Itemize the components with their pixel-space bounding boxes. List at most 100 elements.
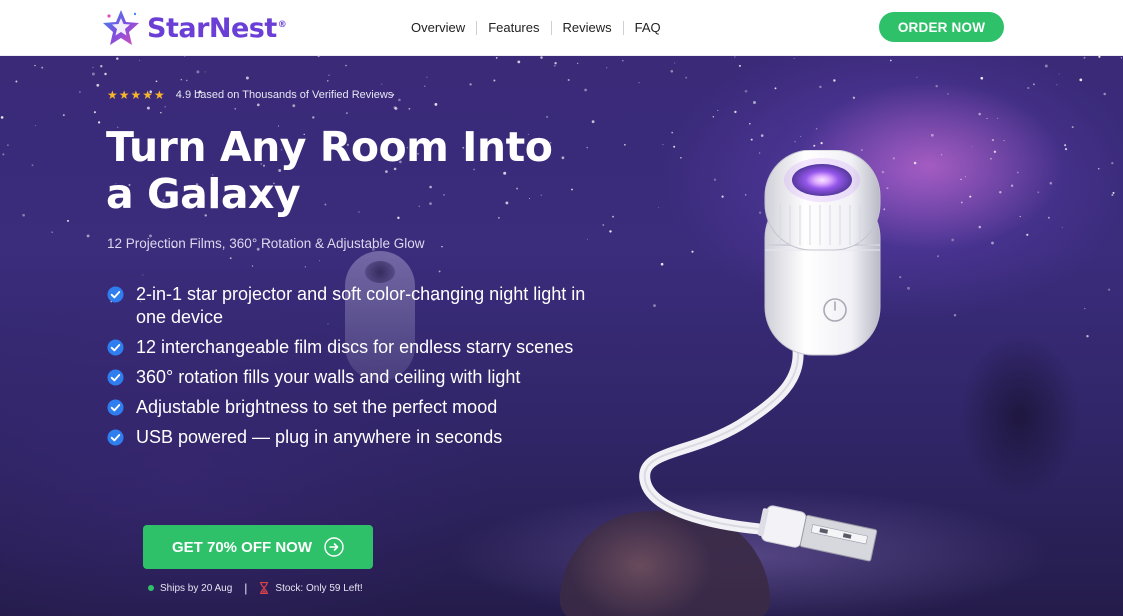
arrow-right-circle-icon: [324, 537, 344, 557]
background-star: [1049, 181, 1053, 185]
feature-text: USB powered — plug in anywhere in second…: [136, 427, 503, 447]
background-star: [1064, 147, 1068, 151]
background-star: [100, 65, 103, 68]
background-star: [93, 111, 96, 114]
feature-item: 2-in-1 star projector and soft color-cha…: [107, 283, 597, 329]
order-now-button[interactable]: ORDER NOW: [879, 12, 1004, 42]
background-star: [960, 178, 962, 181]
background-star: [591, 120, 595, 124]
background-star: [1016, 171, 1019, 174]
background-star: [97, 121, 101, 124]
background-star: [345, 112, 348, 115]
background-star: [935, 84, 938, 88]
background-star: [960, 201, 963, 204]
nav-faq[interactable]: FAQ: [622, 21, 672, 35]
background-star: [820, 142, 823, 145]
nav-reviews[interactable]: Reviews: [550, 21, 623, 35]
background-star: [662, 144, 664, 146]
background-star: [66, 219, 70, 222]
check-circle-icon: [107, 286, 124, 303]
background-star: [794, 141, 796, 143]
background-star: [62, 114, 65, 117]
background-star: [424, 85, 426, 87]
background-star: [34, 64, 36, 67]
background-star: [34, 125, 36, 127]
info-separator: |: [244, 581, 248, 595]
background-star: [160, 112, 162, 114]
background-star: [1111, 161, 1114, 165]
background-star: [1058, 73, 1060, 75]
cta-label: GET 70% OFF NOW: [171, 538, 312, 556]
brand-logo[interactable]: StarNest®: [101, 8, 287, 48]
stock-text: Stock: Only 59 Left!: [275, 582, 363, 594]
background-star: [1112, 191, 1115, 194]
background-star: [517, 60, 521, 64]
background-star: [92, 66, 94, 69]
background-star: [813, 144, 816, 147]
background-star: [685, 76, 688, 79]
background-star: [1079, 78, 1083, 82]
feature-text: 12 interchangeable film discs for endles…: [136, 337, 574, 357]
background-star: [734, 110, 737, 114]
nav-overview[interactable]: Overview: [400, 21, 476, 35]
background-star: [186, 79, 188, 82]
nav-features[interactable]: Features: [476, 21, 550, 35]
get-discount-button[interactable]: GET 70% OFF NOW: [143, 525, 373, 569]
star-logo-icon: [103, 10, 139, 45]
background-star: [394, 107, 398, 110]
check-circle-icon: [107, 339, 124, 356]
background-star: [540, 56, 543, 59]
background-star: [991, 139, 994, 142]
background-star: [196, 70, 200, 74]
background-star: [184, 56, 186, 57]
headline-line-1: Turn Any Room Into: [106, 123, 553, 171]
background-star: [612, 215, 614, 218]
background-star: [833, 79, 836, 82]
background-star: [1003, 140, 1005, 142]
background-star: [969, 195, 972, 198]
background-star: [889, 59, 892, 62]
background-star: [978, 112, 982, 116]
background-star: [2, 153, 5, 156]
background-star: [734, 56, 736, 58]
background-star: [164, 106, 166, 108]
background-star: [234, 108, 236, 110]
background-star: [749, 122, 751, 125]
background-star: [916, 76, 918, 78]
background-star: [1120, 57, 1123, 59]
check-circle-icon: [107, 369, 124, 386]
background-star: [318, 260, 320, 262]
feature-item: Adjustable brightness to set the perfect…: [107, 396, 597, 419]
check-circle-icon: [107, 429, 124, 446]
background-star: [638, 81, 640, 84]
background-star: [673, 145, 676, 148]
background-star: [606, 67, 608, 69]
feature-text: Adjustable brightness to set the perfect…: [136, 397, 498, 417]
background-star: [1111, 193, 1114, 197]
background-star: [245, 76, 249, 80]
background-star: [951, 238, 955, 242]
background-star: [381, 83, 383, 85]
check-circle-icon: [107, 399, 124, 416]
background-star: [567, 78, 570, 82]
background-star: [971, 145, 973, 147]
rating-summary: ★★★★★ 4.9 based on Thousands of Verified…: [107, 88, 393, 102]
background-star: [774, 87, 777, 90]
background-star: [753, 101, 756, 104]
shipping-info: Ships by 20 Aug | Stock: Only 59 Left!: [148, 581, 363, 595]
background-star: [469, 83, 472, 86]
background-star: [139, 59, 141, 61]
background-star: [670, 70, 674, 73]
background-star: [744, 89, 748, 93]
background-star: [1061, 226, 1063, 228]
background-star: [155, 80, 158, 83]
background-star: [554, 62, 557, 65]
background-star: [304, 266, 306, 268]
background-star: [622, 59, 624, 62]
background-star: [793, 57, 795, 59]
background-star: [980, 76, 984, 80]
background-star: [978, 225, 982, 229]
background-star: [990, 157, 992, 160]
background-star: [815, 127, 818, 130]
background-star: [1098, 56, 1101, 58]
